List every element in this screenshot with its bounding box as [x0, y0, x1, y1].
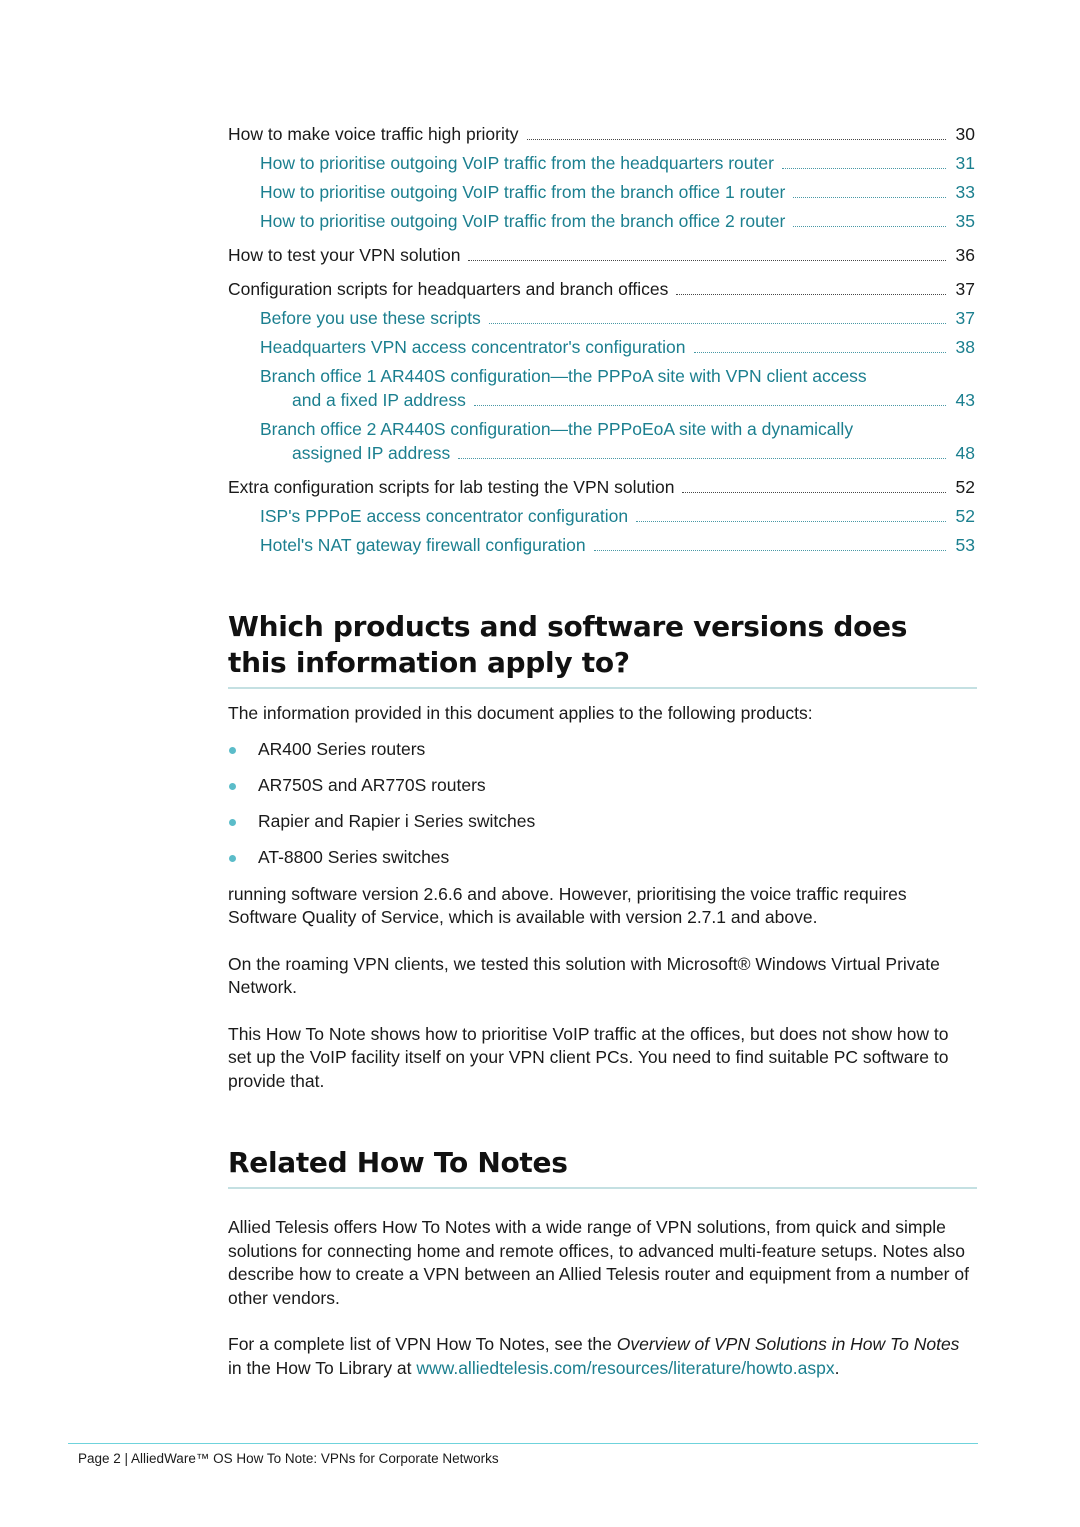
bullet-icon: [229, 855, 236, 862]
footer-rule: [68, 1443, 978, 1444]
bullet-icon: [229, 747, 236, 754]
products-list: AR400 Series routers AR750S and AR770S r…: [228, 738, 975, 870]
toc-entry[interactable]: How to make voice traffic high priority …: [228, 122, 975, 146]
voip-note-paragraph: This How To Note shows how to prioritise…: [228, 1023, 949, 1091]
toc-entry-title-continued: assigned IP address: [292, 441, 459, 465]
page-footer: Page 2 | AlliedWare™ OS How To Note: VPN…: [78, 1451, 499, 1466]
product-item-text: AT-8800 Series switches: [258, 847, 450, 867]
toc-entry-page: 52: [955, 506, 975, 526]
product-item: AR750S and AR770S routers: [228, 774, 975, 798]
software-version-paragraph: running software version 2.6.6 and above…: [228, 883, 907, 928]
section-heading: Related How To Notes: [228, 1146, 568, 1179]
toc-leader-dots: [636, 520, 946, 522]
toc-leader-dots: [593, 549, 946, 551]
toc-leader-dots: [781, 167, 946, 169]
heading-rule: [228, 687, 977, 689]
toc-entry-title: Extra configuration scripts for lab test…: [228, 475, 683, 499]
toc-entry-title: How to make voice traffic high priority: [228, 122, 527, 146]
toc-entry-page: 35: [955, 211, 975, 231]
toc-entry-page: 36: [955, 245, 975, 265]
toc-entry-title: Hotel's NAT gateway firewall configurati…: [260, 533, 594, 557]
product-item-text: AR400 Series routers: [258, 739, 426, 759]
toc-entry-page: 38: [955, 337, 975, 357]
toc-entry-page: 30: [955, 124, 975, 144]
table-of-contents: How to make voice traffic high priority …: [228, 122, 975, 557]
toc-entry-title: How to test your VPN solution: [228, 243, 469, 267]
toc-entry-title: How to prioritise outgoing VoIP traffic …: [260, 180, 794, 204]
toc-leader-dots: [526, 138, 946, 140]
toc-entry-page: 53: [955, 535, 975, 555]
toc-entry-page: 48: [955, 443, 975, 463]
toc-entry[interactable]: Headquarters VPN access concentrator's c…: [228, 335, 975, 359]
toc-leader-dots: [488, 322, 946, 324]
product-item: AT-8800 Series switches: [228, 846, 975, 870]
toc-entry-page: 52: [955, 477, 975, 497]
toc-entry-title: Branch office 1 AR440S configuration—the…: [260, 366, 867, 386]
toc-entry-title: Before you use these scripts: [260, 306, 489, 330]
section-heading: Which products and software versions doe…: [228, 610, 908, 679]
toc-leader-dots: [468, 259, 946, 261]
toc-entry[interactable]: ISP's PPPoE access concentrator configur…: [228, 504, 975, 528]
toc-leader-dots: [676, 293, 946, 295]
howto-library-link[interactable]: www.alliedtelesis.com/resources/literatu…: [416, 1358, 834, 1378]
toc-entry[interactable]: Configuration scripts for headquarters a…: [228, 277, 975, 301]
toc-entry[interactable]: How to prioritise outgoing VoIP traffic …: [228, 209, 975, 233]
toc-entry[interactable]: How to prioritise outgoing VoIP traffic …: [228, 151, 975, 175]
related-notes-section: Related How To Notes Allied Telesis offe…: [228, 1145, 977, 1380]
toc-entry-page: 31: [955, 153, 975, 173]
products-section: Which products and software versions doe…: [228, 609, 977, 1093]
toc-entry-page: 43: [955, 390, 975, 410]
toc-entry-title: How to prioritise outgoing VoIP traffic …: [260, 209, 794, 233]
heading-rule: [228, 1187, 977, 1189]
text-segment: .: [834, 1357, 840, 1378]
toc-entry-title: ISP's PPPoE access concentrator configur…: [260, 504, 637, 528]
products-intro: The information provided in this documen…: [228, 703, 813, 723]
bullet-icon: [229, 783, 236, 790]
toc-entry[interactable]: Before you use these scripts 37: [228, 306, 975, 330]
toc-entry-title: How to prioritise outgoing VoIP traffic …: [260, 151, 782, 175]
toc-entry-title-continued: and a fixed IP address: [292, 388, 474, 412]
product-item: AR400 Series routers: [228, 738, 975, 762]
product-item: Rapier and Rapier i Series switches: [228, 810, 975, 834]
toc-entry-page: 33: [955, 182, 975, 202]
toc-entry[interactable]: How to test your VPN solution 36: [228, 243, 975, 267]
text-segment: in the How To Library at: [228, 1357, 417, 1378]
toc-entry-title: Branch office 2 AR440S configuration—the…: [260, 419, 854, 439]
document-page: How to make voice traffic high priority …: [228, 122, 977, 1380]
bullet-icon: [229, 819, 236, 826]
toc-entry-title: Configuration scripts for headquarters a…: [228, 277, 677, 301]
toc-entry[interactable]: How to prioritise outgoing VoIP traffic …: [228, 180, 975, 204]
document-title: Overview of VPN Solutions in How To Note…: [616, 1334, 960, 1354]
text-segment: For a complete list of VPN How To Notes,…: [228, 1334, 617, 1354]
toc-leader-dots: [693, 351, 946, 353]
toc-leader-dots: [793, 196, 946, 198]
related-intro-paragraph: Allied Telesis offers How To Notes with …: [228, 1217, 969, 1308]
toc-entry-title: Headquarters VPN access concentrator's c…: [260, 335, 694, 359]
toc-entry[interactable]: Hotel's NAT gateway firewall configurati…: [228, 533, 975, 557]
toc-leader-dots: [473, 404, 946, 406]
related-library-paragraph: For a complete list of VPN How To Notes,…: [228, 1333, 975, 1380]
product-item-text: AR750S and AR770S routers: [258, 775, 486, 795]
toc-entry[interactable]: Branch office 2 AR440S configuration—the…: [228, 417, 975, 465]
toc-leader-dots: [793, 225, 946, 227]
toc-leader-dots: [458, 457, 946, 459]
toc-entry[interactable]: Branch office 1 AR440S configuration—the…: [228, 364, 975, 412]
toc-entry-page: 37: [955, 279, 975, 299]
product-item-text: Rapier and Rapier i Series switches: [258, 811, 536, 831]
toc-entry-page: 37: [955, 308, 975, 328]
vpn-client-paragraph: On the roaming VPN clients, we tested th…: [228, 953, 940, 998]
toc-leader-dots: [682, 491, 946, 493]
toc-entry[interactable]: Extra configuration scripts for lab test…: [228, 475, 975, 499]
